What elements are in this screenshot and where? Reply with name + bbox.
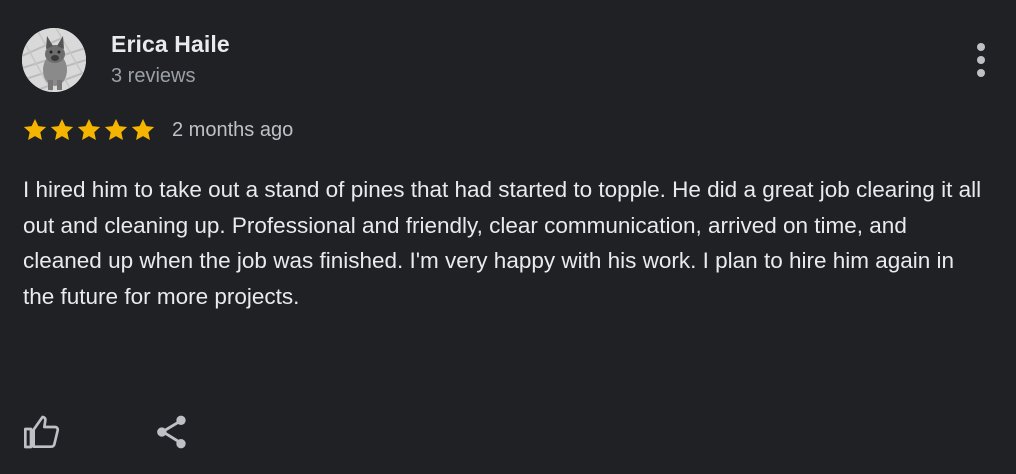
star-icon <box>50 118 74 140</box>
dog-photo-avatar-icon <box>22 28 86 92</box>
review-count[interactable]: 3 reviews <box>111 65 195 88</box>
review-text: I hired him to take out a stand of pines… <box>23 177 982 309</box>
more-vert-icon-dot <box>977 69 985 77</box>
like-button[interactable] <box>21 411 63 453</box>
more-options-button[interactable] <box>965 38 997 82</box>
star-rating <box>22 117 156 143</box>
rating-row: 2 months ago <box>22 116 293 144</box>
star-icon <box>23 118 47 140</box>
review-date: 2 months ago <box>172 118 294 141</box>
more-vert-icon <box>977 43 985 51</box>
share-icon <box>157 415 186 449</box>
star-icon <box>131 118 155 140</box>
reviewer-avatar[interactable] <box>22 28 86 92</box>
reviewer-name[interactable]: Erica Haile <box>111 31 230 58</box>
share-button[interactable] <box>150 411 192 453</box>
thumb-up-icon <box>24 415 60 449</box>
more-vert-icon-dot <box>977 56 985 64</box>
star-icon <box>77 118 101 140</box>
star-icon <box>104 118 128 140</box>
review-card: Erica Haile 3 reviews 2 months ago I hir… <box>0 0 1016 474</box>
